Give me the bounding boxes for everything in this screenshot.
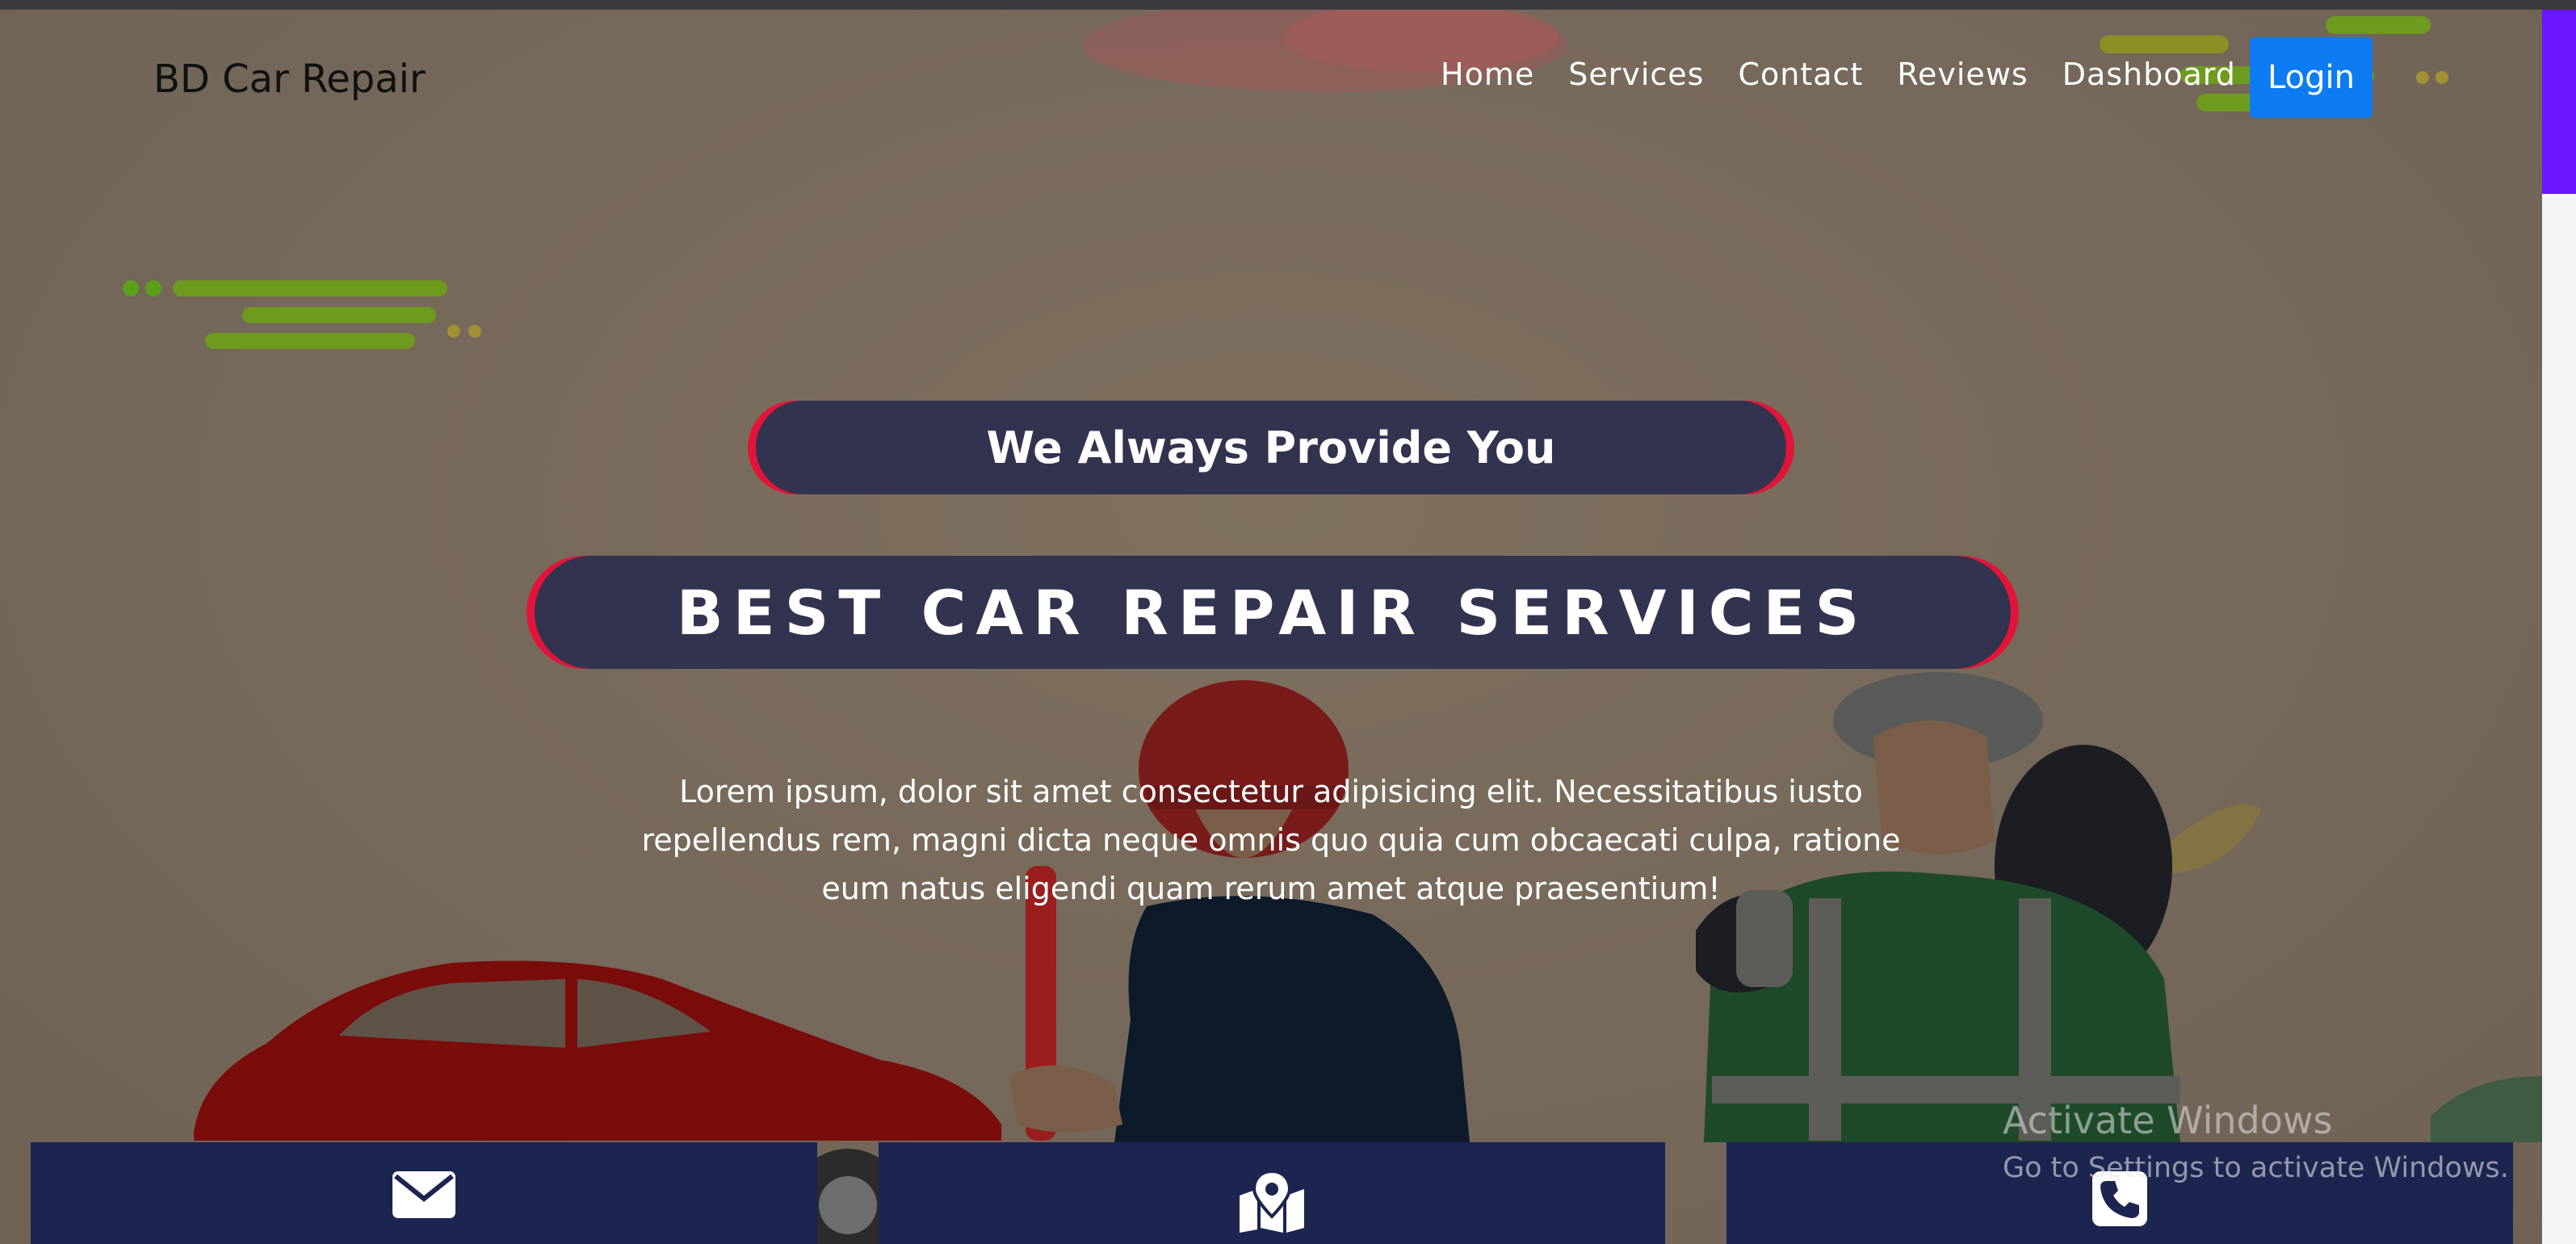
hero-section: BD Car Repair Home Services Contact Revi… xyxy=(0,10,2542,1244)
hero-description: Lorem ipsum, dolor sit amet consectetur … xyxy=(641,774,1901,906)
brand-logo-text[interactable]: BD Car Repair xyxy=(153,57,426,102)
nav-home-link[interactable]: Home xyxy=(1441,57,1534,92)
browser-top-edge xyxy=(0,0,2576,10)
envelope-icon xyxy=(392,1171,455,1218)
hero-tagline: We Always Provide You xyxy=(756,401,1786,494)
hero-headline: BEST CAR REPAIR SERVICES xyxy=(535,556,2011,669)
windows-activation-title: Activate Windows xyxy=(2003,1099,2333,1142)
main-nav: Home Services Contact Reviews Dashboard xyxy=(1441,57,2236,92)
nav-contact-link[interactable]: Contact xyxy=(1738,57,1863,92)
email-card[interactable] xyxy=(31,1142,817,1244)
nav-services-link[interactable]: Services xyxy=(1568,57,1704,92)
map-marker-icon xyxy=(1240,1171,1304,1233)
windows-activation-subtitle: Go to Settings to activate Windows. xyxy=(2003,1152,2509,1184)
nav-dashboard-link[interactable]: Dashboard xyxy=(2062,57,2236,92)
nav-reviews-link[interactable]: Reviews xyxy=(1897,57,2028,92)
scrollbar-thumb[interactable] xyxy=(2542,10,2576,194)
vertical-scrollbar[interactable] xyxy=(2542,10,2576,1244)
login-button[interactable]: Login xyxy=(2250,37,2373,118)
location-card[interactable] xyxy=(879,1142,1665,1244)
